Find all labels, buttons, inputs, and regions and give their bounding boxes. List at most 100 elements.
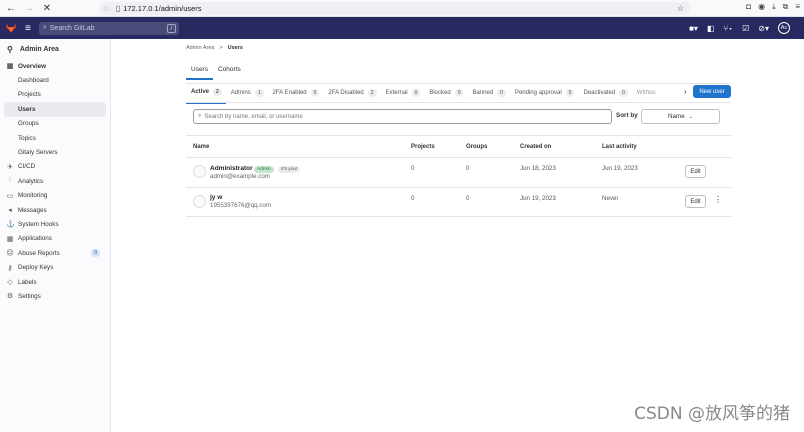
sort-label: Sort by (616, 112, 638, 119)
checklist-icon[interactable]: ☑ (742, 24, 749, 33)
count-badge: 0 (497, 89, 506, 97)
key-icon: ⚷ (7, 264, 13, 272)
projects-count: 0 (411, 165, 415, 172)
count-badge: 0 (619, 89, 628, 97)
search-input[interactable]: ⌕ Search by name, email, or username (193, 109, 612, 124)
column-header-name: Name (193, 144, 210, 150)
chevron-down-icon: ⌄ (688, 113, 693, 120)
count-badge: 0 (454, 89, 464, 97)
gitlab-logo-icon[interactable] (5, 23, 17, 33)
sidebar-item-users[interactable]: Users (4, 102, 106, 117)
tab-users[interactable]: Users (186, 66, 213, 80)
count-badge: 2 (213, 88, 222, 96)
forward-icon[interactable]: → (22, 1, 36, 15)
user-name[interactable]: jy w (210, 194, 222, 201)
breadcrumb-parent[interactable]: Admin Area (186, 45, 214, 51)
url-text: 172.17.0.1/admin/users (123, 4, 202, 13)
avatar[interactable]: Ac (778, 22, 790, 34)
count-badge: 0 (310, 89, 320, 97)
scroll-right-chevron-icon[interactable]: › (684, 87, 687, 96)
search-placeholder: Search GitLab (49, 24, 95, 32)
account-icon[interactable]: ◉ (758, 2, 765, 12)
browser-toolbar: ← → ✕ ◌ ▯ 172.17.0.1/admin/users ☆ ◘ ◉ ⤓… (0, 0, 804, 17)
count-badge: 0 (411, 89, 421, 97)
edit-button[interactable]: Edit (685, 195, 706, 208)
sidebar-item-dashboard[interactable]: Dashboard (0, 73, 110, 87)
shield-icon: ◌ (104, 4, 109, 13)
user-email[interactable]: admin@example.com (210, 173, 270, 180)
bullhorn-icon: ◂ (8, 207, 12, 215)
download-icon[interactable]: ⤓ (772, 2, 776, 12)
created-on: Jun 19, 2023 (520, 195, 556, 202)
hook-icon: ⚓ (6, 221, 15, 229)
projects-count: 0 (411, 195, 415, 202)
created-on: Jun 18, 2023 (520, 165, 556, 172)
watermark: CSDN @放风筝的猪 (634, 404, 790, 424)
search-box[interactable]: ⌕ Search GitLab / (38, 21, 179, 35)
admin-badge: Admin (254, 166, 274, 173)
sidebar-item-overview[interactable]: ▦ Overview (0, 59, 110, 73)
sidebar-item-monitoring[interactable]: ▭ Monitoring (0, 189, 110, 203)
sidebar-item-analytics[interactable]: ⫶ Analytics (0, 174, 110, 188)
user-avatar[interactable] (193, 195, 206, 208)
column-header-projects: Projects (411, 144, 435, 150)
apps-icon: ▦ (6, 235, 14, 243)
menu-icon[interactable]: ≡ (795, 2, 800, 12)
chart-icon: ⫶ (9, 177, 11, 185)
count-badge: 2 (367, 89, 377, 97)
table-top-border (186, 135, 731, 136)
user-name[interactable]: Administrator (210, 165, 253, 172)
sidebar-item-abuse-reports[interactable]: ☹ Abuse Reports 0 (0, 246, 110, 260)
search-icon: ⌕ (198, 113, 202, 119)
todo-icon[interactable]: ◧ (707, 24, 715, 33)
last-activity: Never (602, 195, 619, 202)
sidebar-item-labels[interactable]: ◇ Labels (0, 275, 110, 289)
last-activity: Jun 19, 2023 (602, 165, 638, 172)
groups-count: 0 (466, 165, 470, 172)
breadcrumb: Admin Area > Users (186, 45, 243, 51)
monitor-icon: ▭ (6, 192, 14, 200)
column-header-last-activity: Last activity (602, 144, 637, 150)
gear-icon: ⚙ (6, 293, 14, 301)
sidebar-item-groups[interactable]: Groups (0, 117, 110, 131)
stop-icon[interactable]: ✕ (40, 1, 54, 15)
sidebar-item-gitaly[interactable]: Gitaly Servers (0, 145, 110, 159)
user-email[interactable]: 1955397676@qq.com (210, 202, 271, 209)
gitlab-header: ≡ ⌕ Search GitLab / ■▾ ◧ ⑂▾ ☑ ⊘▾ Ac (0, 17, 804, 39)
sidebar-item-cicd[interactable]: ✈ CI/CD (0, 160, 110, 174)
more-actions-icon[interactable]: ⋮ (714, 195, 722, 204)
sort-dropdown[interactable]: Name ⌄ (641, 109, 720, 124)
breadcrumb-separator: > (219, 45, 223, 51)
rocket-icon: ✈ (7, 163, 13, 171)
sidebar-item-projects[interactable]: Projects (0, 88, 110, 102)
hamburger-menu-icon[interactable]: ≡ (25, 23, 31, 34)
sidebar-item-deploy-keys[interactable]: ⚷ Deploy Keys (0, 260, 110, 274)
new-user-button[interactable]: New user (693, 85, 731, 98)
sidebar-item-system-hooks[interactable]: ⚓ System Hooks (0, 217, 110, 231)
count-badge: 0 (565, 89, 575, 97)
sidebar-item-messages[interactable]: ◂ Messages (0, 203, 110, 217)
slight-frown-icon: ☹ (6, 250, 14, 258)
pocket-icon[interactable]: ◘ (746, 2, 751, 12)
back-icon[interactable]: ← (4, 1, 18, 15)
wrench-icon: ⚲ (7, 44, 13, 54)
tab-cohorts[interactable]: Cohorts (213, 66, 246, 80)
column-header-created: Created on (520, 144, 552, 150)
help-icon[interactable]: ⊘▾ (758, 24, 769, 33)
sidebar: ⚲ Admin Area ▦ Overview Dashboard Project… (0, 39, 111, 432)
row-divider (186, 187, 731, 188)
merge-requests-icon[interactable]: ⑂▾ (724, 24, 734, 33)
issues-icon[interactable]: ■▾ (689, 24, 698, 33)
breadcrumb-current[interactable]: Users (228, 45, 243, 51)
sidebar-item-applications[interactable]: ▦ Applications (0, 232, 110, 246)
count-badge: 1 (254, 89, 264, 97)
sidebar-item-settings[interactable]: ⚙ Settings (0, 289, 110, 303)
sidebar-title[interactable]: ⚲ Admin Area (0, 39, 110, 59)
bookmark-star-icon[interactable]: ☆ (677, 4, 684, 13)
user-avatar[interactable] (193, 165, 206, 178)
label-icon: ◇ (7, 279, 13, 287)
extensions-icon[interactable]: ⧉ (783, 2, 789, 12)
address-bar[interactable]: ◌ ▯ 172.17.0.1/admin/users ☆ (100, 2, 690, 15)
edit-button[interactable]: Edit (685, 165, 706, 178)
sidebar-item-topics[interactable]: Topics (0, 131, 110, 145)
